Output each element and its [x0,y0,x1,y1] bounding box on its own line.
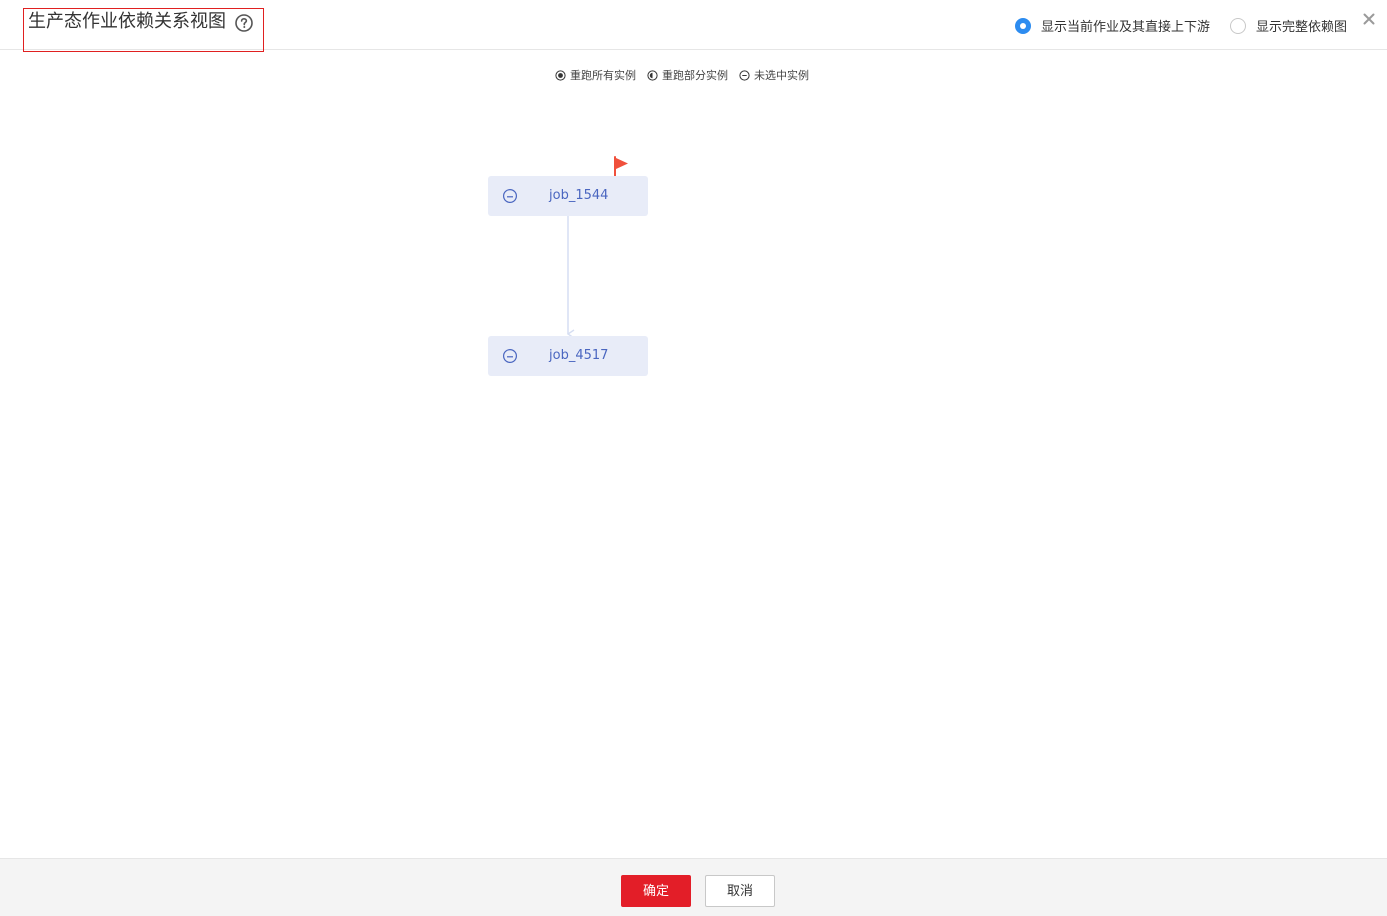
job-node-job_1544[interactable]: job_1544 [488,176,648,216]
dialog-footer: 确定 取消 [0,858,1387,916]
unselected-icon[interactable] [502,188,518,204]
edge-job_1544-to-job_4517 [0,216,1387,916]
job-node-job_4517[interactable]: job_4517 [488,336,648,376]
cancel-button[interactable]: 取消 [705,875,775,907]
confirm-button[interactable]: 确定 [621,875,691,907]
flag-icon [614,156,628,178]
dependency-dialog: 生产态作业依赖关系视图 显示当前作业及其直接上下游 显示完整依赖图 重跑所有实例… [0,0,1387,916]
job-node-label: job_1544 [549,188,609,203]
unselected-icon[interactable] [502,348,518,364]
job-node-label: job_4517 [549,348,609,363]
